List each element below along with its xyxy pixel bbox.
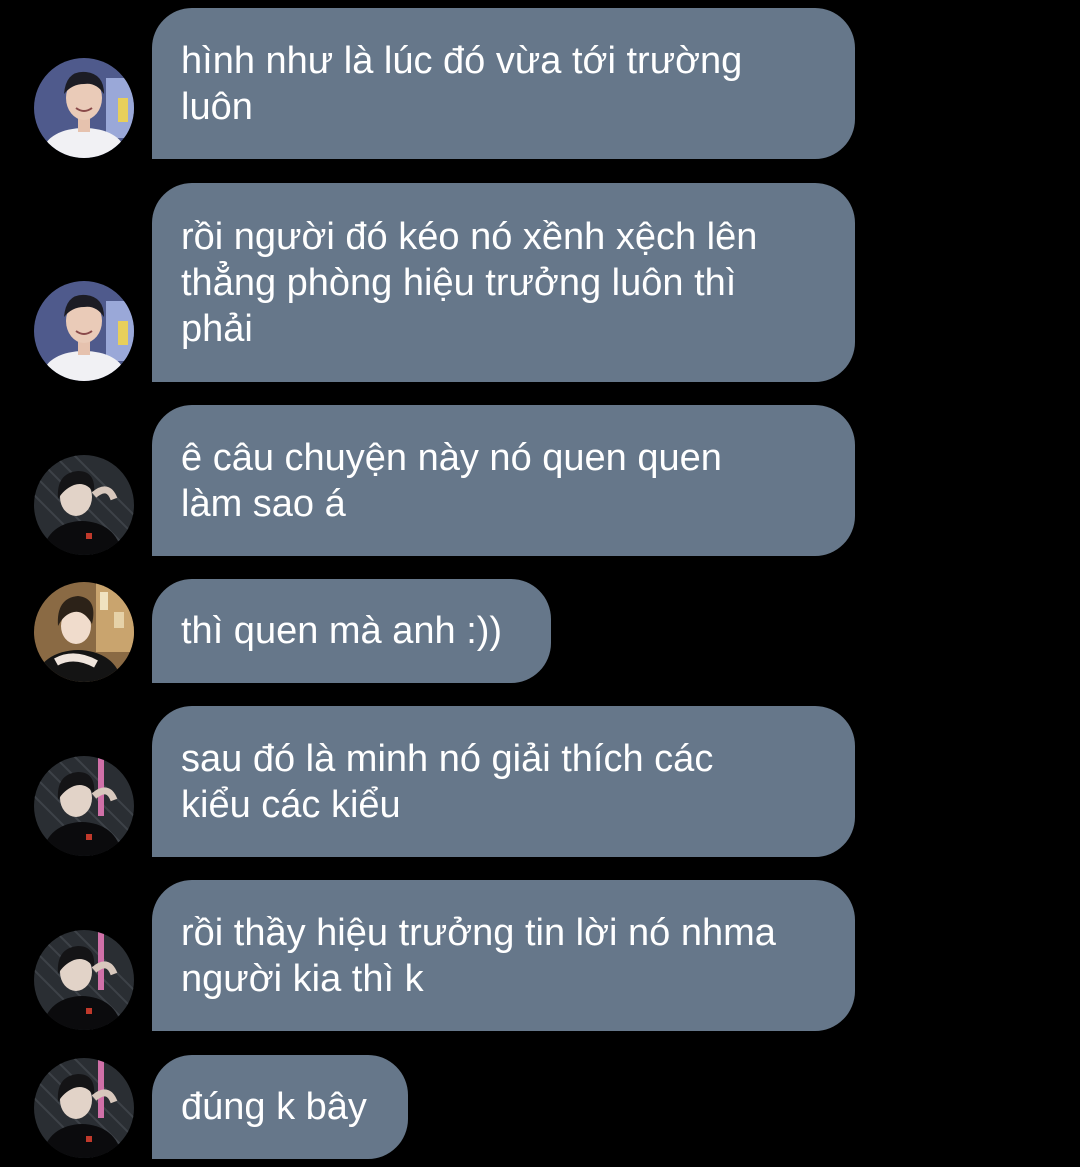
message-bubble[interactable]: thì quen mà anh :)) (152, 579, 551, 683)
message-row: rồi người đó kéo nó xềnh xệch lên thẳng … (0, 183, 1080, 382)
message-text: thì quen mà anh :)) (181, 610, 503, 652)
message-text: rồi người đó kéo nó xềnh xệch lên thẳng … (181, 215, 758, 350)
message-text: đúng k bây (181, 1086, 367, 1128)
avatar[interactable] (34, 756, 134, 856)
message-row: rồi thầy hiệu trưởng tin lời nó nhma ngư… (0, 880, 1080, 1031)
message-row: thì quen mà anh :)) (0, 579, 1080, 683)
message-bubble[interactable]: rồi thầy hiệu trưởng tin lời nó nhma ngư… (152, 880, 855, 1031)
message-row: hình như là lúc đó vừa tới trường luôn (0, 8, 1080, 159)
message-row: sau đó là minh nó giải thích các kiểu cá… (0, 706, 1080, 857)
message-text: sau đó là minh nó giải thích các kiểu cá… (181, 737, 714, 826)
message-text: rồi thầy hiệu trưởng tin lời nó nhma ngư… (181, 911, 776, 1000)
dark-avatar-icon (34, 455, 134, 555)
cafe-avatar-icon (34, 582, 134, 682)
avatar[interactable] (34, 930, 134, 1030)
dark-avatar-icon (34, 756, 134, 856)
message-text: ê câu chuyện này nó quen quen làm sao á (181, 436, 722, 525)
dark-avatar-icon (34, 930, 134, 1030)
avatar[interactable] (34, 582, 134, 682)
avatar[interactable] (34, 58, 134, 158)
boy-avatar-icon (34, 58, 134, 158)
message-row: đúng k bây (0, 1055, 1080, 1159)
message-bubble[interactable]: ê câu chuyện này nó quen quen làm sao á (152, 405, 855, 556)
message-bubble[interactable]: sau đó là minh nó giải thích các kiểu cá… (152, 706, 855, 857)
boy-avatar-icon (34, 281, 134, 381)
message-row: ê câu chuyện này nó quen quen làm sao á (0, 405, 1080, 556)
avatar[interactable] (34, 1058, 134, 1158)
message-bubble[interactable]: rồi người đó kéo nó xềnh xệch lên thẳng … (152, 183, 855, 382)
message-text: hình như là lúc đó vừa tới trường luôn (181, 39, 743, 128)
avatar[interactable] (34, 455, 134, 555)
dark-avatar-icon (34, 1058, 134, 1158)
avatar[interactable] (34, 281, 134, 381)
message-bubble[interactable]: hình như là lúc đó vừa tới trường luôn (152, 8, 855, 159)
message-bubble[interactable]: đúng k bây (152, 1055, 408, 1159)
